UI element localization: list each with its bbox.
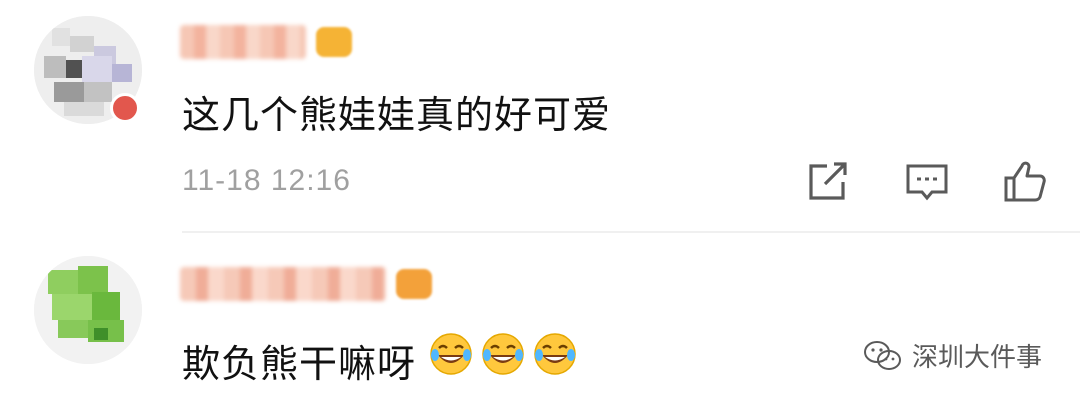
laughing-crying-emoji	[430, 333, 472, 375]
blurred-username	[180, 267, 386, 301]
vip-badge-icon	[316, 27, 352, 57]
laughing-crying-emoji	[482, 333, 524, 375]
like-button[interactable]	[1000, 156, 1050, 206]
watermark: 深圳大件事	[862, 337, 1042, 374]
thumbs-up-icon	[1004, 161, 1046, 202]
watermark-text: 深圳大件事	[912, 343, 1043, 373]
comment-timestamp: 11-18 12:16	[182, 164, 351, 197]
blurred-username	[180, 25, 306, 59]
comment-list: 这几个熊娃娃真的好可爱 11-18 12:16 欺负熊干嘛呀 深圳大件事	[0, 0, 1080, 404]
emoji-row	[428, 331, 578, 377]
username[interactable]	[180, 22, 352, 62]
comment-text: 欺负熊干嘛呀	[182, 342, 417, 386]
share-icon	[809, 162, 847, 200]
reply-button[interactable]	[902, 156, 952, 206]
avatar[interactable]	[34, 256, 142, 364]
verified-badge-icon	[110, 93, 140, 123]
divider	[182, 231, 1080, 233]
laughing-crying-emoji	[534, 333, 576, 375]
vip-badge-icon	[396, 269, 432, 299]
comment-item: 这几个熊娃娃真的好可爱 11-18 12:16	[0, 0, 1080, 232]
share-button[interactable]	[803, 156, 853, 206]
username[interactable]	[180, 264, 432, 304]
comment-icon	[906, 164, 948, 201]
comment-text: 这几个熊娃娃真的好可爱	[182, 93, 612, 137]
wechat-icon	[864, 340, 901, 370]
